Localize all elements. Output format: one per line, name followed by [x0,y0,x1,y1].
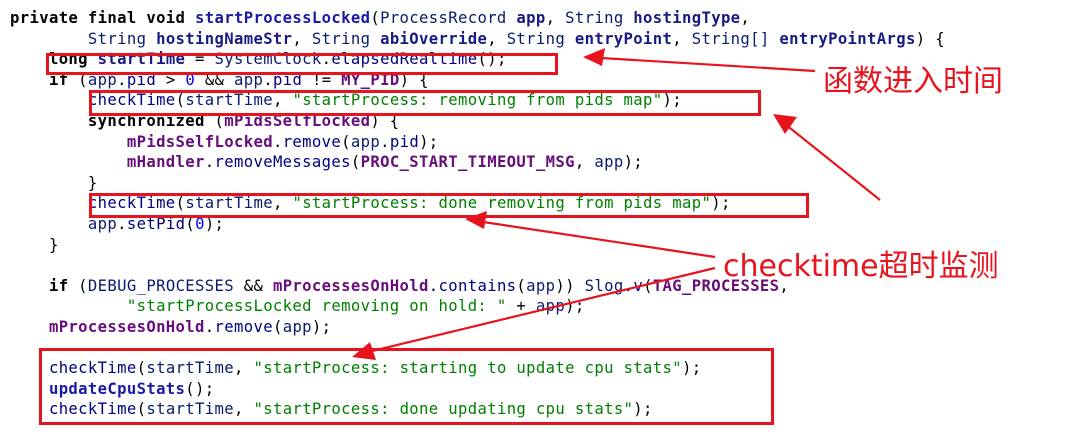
code-token: ); [311,317,332,336]
code-token: private final void [10,9,196,27]
code-token: PROC_START_TIMEOUT_MSG [360,153,575,172]
code-token: ( [516,276,527,295]
code-token: ) { [915,29,945,48]
code-token: , [487,29,507,48]
code-token: hostingNameStr [156,29,293,48]
code-token: ); [419,132,439,151]
code-line: private final void startProcessLocked(Pr… [10,8,945,29]
code-token: . [380,132,390,151]
code-token: remove [214,317,273,336]
code-token: "startProcessLocked removing on hold: " [126,297,507,316]
code-token: hostingType [633,9,741,27]
highlight-box-removing-pids [89,90,761,116]
code-token: ( [350,153,361,172]
code-token: mHandler [126,153,205,172]
code-token: , [292,29,312,48]
code-token: , [574,153,595,172]
code-token: } [10,173,98,192]
code-line: } [10,173,945,194]
code-line: mHandler.removeMessages(PROC_START_TIMEO… [10,152,945,173]
code-token: ( [370,9,381,27]
code-token: } [10,235,59,254]
code-token: app [516,9,546,27]
code-token: entryPoint [574,29,673,48]
code-token: . [204,317,215,336]
code-token: + [506,297,536,316]
code-token: if [48,276,69,295]
checktime-annotation: checktime超时监测 [723,249,999,284]
code-token: String [87,29,157,48]
code-token: . [272,132,283,151]
code-token: . [623,276,634,295]
code-token: app [535,297,566,316]
code-token: mProcessesOnHold [48,317,205,336]
code-token: . [428,276,439,295]
code-token: remove [282,132,342,151]
highlight-box-done-removing [89,193,809,218]
code-token: ); [565,297,585,316]
entry-time-annotation: 函数进入时间 [823,64,1003,99]
code-token: ( [272,317,283,336]
code-token: , [672,29,692,48]
code-token: ProcessRecord [380,9,517,27]
code-token: String[] [691,29,780,48]
code-token: ( [643,276,653,295]
code-token: abiOverride [380,29,488,48]
code-token: ); [623,153,644,172]
code-token: v [633,276,644,295]
code-token: DEBUG_PROCESSES [87,276,234,295]
code-line: "startProcessLocked removing on hold: " … [10,296,945,317]
code-line: mPidsSelfLocked.remove(app.pid); [10,132,945,153]
code-token: && [234,276,273,295]
code-token: )) [555,276,585,295]
code-token: contains [438,276,517,295]
code-token: app [526,276,556,295]
code-token: ( [341,132,351,151]
highlight-box-cpu-stats [39,348,774,425]
code-token: app [282,317,312,336]
code-token: . [204,153,215,172]
code-token: , [740,9,751,27]
code-token: app [594,153,624,172]
code-token: pid [389,132,420,151]
highlight-box-start-time [46,53,558,75]
code-token: ( [68,276,88,295]
code-token: , [545,9,566,27]
code-token: app [350,132,381,151]
code-token: removeMessages [214,153,351,172]
code-token: String [506,29,575,48]
code-token: String [311,29,381,48]
code-line: String hostingNameStr, String abiOverrid… [10,29,945,50]
code-token: String [565,9,634,27]
code-token: startProcessLocked [195,9,371,27]
code-token: Slog [584,276,624,295]
code-line: mProcessesOnHold.remove(app); [10,317,945,338]
code-token: mProcessesOnHold [272,276,429,295]
code-token: mPidsSelfLocked [126,132,273,151]
code-token: entryPointArgs [779,29,916,48]
